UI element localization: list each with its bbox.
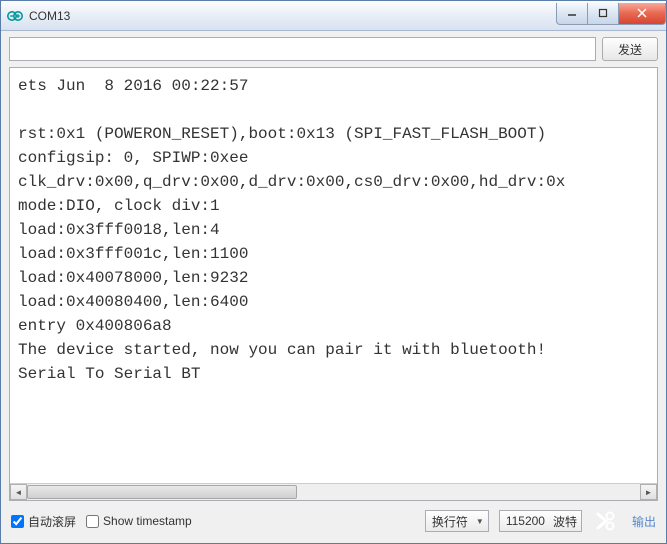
timestamp-label: Show timestamp bbox=[103, 514, 192, 528]
send-row: 发送 bbox=[1, 31, 666, 67]
arduino-icon bbox=[7, 8, 23, 24]
scroll-right-arrow[interactable]: ► bbox=[640, 484, 657, 500]
output-area: ets Jun 8 2016 00:22:57 rst:0x1 (POWERON… bbox=[9, 67, 658, 501]
titlebar[interactable]: COM13 bbox=[1, 1, 666, 31]
maximize-button[interactable] bbox=[587, 3, 619, 25]
autoscroll-checkbox[interactable] bbox=[11, 515, 24, 528]
line-ending-value: 换行符 bbox=[432, 513, 468, 530]
horizontal-scrollbar[interactable]: ◄ ► bbox=[10, 483, 657, 500]
scroll-thumb[interactable] bbox=[27, 485, 297, 499]
line-ending-dropdown[interactable]: 换行符 ▼ bbox=[425, 510, 489, 532]
window-title: COM13 bbox=[29, 9, 557, 23]
serial-monitor-window: COM13 发送 ets Jun 8 2016 00:22:57 rst:0x1… bbox=[0, 0, 667, 544]
timestamp-checkbox[interactable] bbox=[86, 515, 99, 528]
minimize-button[interactable] bbox=[556, 3, 588, 25]
clear-output-partial[interactable]: 输出 bbox=[632, 513, 656, 530]
chevron-down-icon: ▼ bbox=[476, 517, 484, 526]
baud-value: 115200 bbox=[506, 514, 545, 528]
scroll-track[interactable] bbox=[27, 484, 640, 500]
send-input[interactable] bbox=[9, 37, 596, 61]
autoscroll-label: 自动滚屏 bbox=[28, 513, 76, 530]
close-button[interactable] bbox=[618, 3, 666, 25]
bottom-toolbar: 自动滚屏 Show timestamp 换行符 ▼ 115200 波特 输出 bbox=[1, 501, 666, 543]
window-controls bbox=[557, 3, 666, 25]
baud-dropdown[interactable]: 115200 波特 bbox=[499, 510, 582, 532]
autoscroll-checkbox-wrap[interactable]: 自动滚屏 bbox=[11, 513, 76, 530]
timestamp-checkbox-wrap[interactable]: Show timestamp bbox=[86, 514, 192, 528]
scroll-left-arrow[interactable]: ◄ bbox=[10, 484, 27, 500]
send-button[interactable]: 发送 bbox=[602, 37, 658, 61]
watermark-icon bbox=[592, 509, 622, 533]
serial-output[interactable]: ets Jun 8 2016 00:22:57 rst:0x1 (POWERON… bbox=[10, 68, 657, 483]
baud-label: 波特 bbox=[553, 513, 577, 530]
